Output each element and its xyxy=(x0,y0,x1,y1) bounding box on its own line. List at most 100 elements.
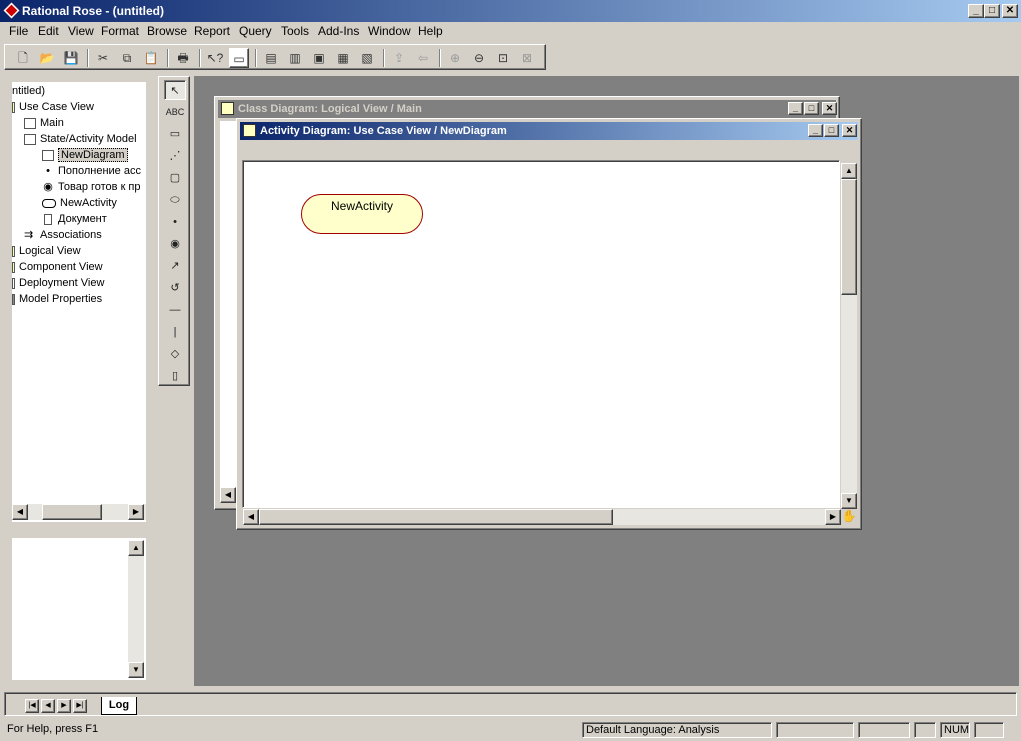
scroll-left-icon[interactable]: ◀ xyxy=(220,487,236,503)
cut-icon[interactable]: ✂ xyxy=(93,48,113,68)
menu-browse[interactable]: Browse xyxy=(147,24,187,38)
new-icon[interactable]: 🗋 xyxy=(13,48,33,68)
menu-file[interactable]: File xyxy=(9,24,28,38)
activity-close-button[interactable]: ✕ xyxy=(842,124,857,137)
documentation-pane[interactable]: ▲ ▼ xyxy=(12,538,146,680)
view-doc-icon[interactable]: ▭ xyxy=(229,48,249,68)
scroll-thumb[interactable] xyxy=(259,509,613,525)
class-maximize-button[interactable]: □ xyxy=(804,102,819,115)
start-state-icon[interactable]: • xyxy=(164,212,186,232)
class-close-button[interactable]: ✕ xyxy=(822,102,837,115)
tab-log[interactable]: Log xyxy=(101,697,137,715)
horizontal-sync-icon[interactable]: — xyxy=(164,300,186,320)
activity-diagram-canvas[interactable]: NewActivity xyxy=(242,160,840,508)
menu-report[interactable]: Report xyxy=(194,24,230,38)
tree-item-deployment-view[interactable]: Deployment View xyxy=(12,276,104,291)
tree-item-newactivity[interactable]: NewActivity xyxy=(42,196,117,211)
browser-tree[interactable]: ntitled) Use Case View Main State/Activi… xyxy=(12,82,146,522)
tree-item-use-case-view[interactable]: Use Case View xyxy=(12,100,94,115)
transition-to-self-icon[interactable]: ↺ xyxy=(164,278,186,298)
zoom-in-icon[interactable]: ⊕ xyxy=(445,48,465,68)
paste-icon[interactable]: 📋 xyxy=(141,48,161,68)
scroll-thumb[interactable] xyxy=(42,504,102,520)
tree-item-state-activity-model[interactable]: State/Activity Model xyxy=(24,132,137,147)
menu-edit[interactable]: Edit xyxy=(38,24,59,38)
swimlane-icon[interactable]: ▯ xyxy=(164,366,186,386)
zoom-out-icon[interactable]: ⊖ xyxy=(469,48,489,68)
vertical-sync-icon[interactable]: | xyxy=(164,322,186,342)
note-icon[interactable]: ▭ xyxy=(164,124,186,144)
tree-item-main[interactable]: Main xyxy=(24,116,64,131)
state-transition-icon[interactable]: ↗ xyxy=(164,256,186,276)
maximize-button[interactable]: □ xyxy=(984,4,1000,18)
browse-component-icon[interactable]: ▣ xyxy=(309,48,329,68)
tree-item-goods-ready[interactable]: ◉ Товар готов к пр xyxy=(42,180,140,195)
scroll-down-icon[interactable]: ▼ xyxy=(841,493,857,509)
previous-tab-icon[interactable]: ◀ xyxy=(41,699,55,713)
tree-item-replenishment[interactable]: • Пополнение асс xyxy=(42,164,141,179)
tree-item-root[interactable]: ntitled) xyxy=(12,84,45,99)
end-state-icon[interactable]: ◉ xyxy=(164,234,186,254)
print-icon[interactable]: 🖶 xyxy=(173,48,193,68)
decision-icon[interactable]: ◇ xyxy=(164,344,186,364)
close-button[interactable]: ✕ xyxy=(1002,4,1018,18)
class-minimize-button[interactable]: _ xyxy=(788,102,803,115)
activity-icon[interactable]: ⬭ xyxy=(164,190,186,210)
state-icon[interactable]: ▢ xyxy=(164,168,186,188)
menu-format[interactable]: Format xyxy=(101,24,139,38)
activity-maximize-button[interactable]: □ xyxy=(824,124,839,137)
diagram-horizontal-scrollbar[interactable]: ◀ ▶ xyxy=(243,509,841,525)
toolbar-separator xyxy=(439,49,441,67)
browse-parent-icon[interactable]: ⇪ xyxy=(389,48,409,68)
activity-minimize-button[interactable]: _ xyxy=(808,124,823,137)
menu-window[interactable]: Window xyxy=(368,24,411,38)
text-box-icon[interactable]: ABC xyxy=(164,102,186,122)
selection-arrow-icon[interactable]: ↖ xyxy=(164,80,186,100)
scroll-right-icon[interactable]: ▶ xyxy=(825,509,841,525)
fit-window-icon[interactable]: ⊡ xyxy=(493,48,513,68)
tree-item-logical-view[interactable]: Logical View xyxy=(12,244,81,259)
menu-tools[interactable]: Tools xyxy=(281,24,309,38)
tree-item-label: Deployment View xyxy=(19,277,105,289)
scroll-thumb[interactable] xyxy=(841,179,857,295)
doc-vertical-scrollbar[interactable]: ▲ ▼ xyxy=(128,540,144,678)
activity-newactivity[interactable]: NewActivity xyxy=(301,194,423,234)
browse-previous-icon[interactable]: ⇦ xyxy=(413,48,433,68)
copy-icon[interactable]: ⧉ xyxy=(117,48,137,68)
scroll-left-icon[interactable]: ◀ xyxy=(243,509,259,525)
tree-item-model-properties[interactable]: Model Properties xyxy=(12,292,102,307)
browser-horizontal-scrollbar[interactable]: ◀ ▶ xyxy=(12,504,146,520)
minimize-button[interactable]: _ xyxy=(968,4,984,18)
browse-state-icon[interactable]: ▧ xyxy=(357,48,377,68)
associations-icon: ⇉ xyxy=(24,229,34,241)
diagram-vertical-scrollbar[interactable]: ▲ ▼ xyxy=(841,163,857,509)
tree-item-associations[interactable]: ⇉ Associations xyxy=(24,228,102,243)
first-tab-icon[interactable]: |◀ xyxy=(25,699,39,713)
tree-item-newdiagram[interactable]: NewDiagram xyxy=(42,148,128,163)
scroll-up-icon[interactable]: ▲ xyxy=(128,540,144,556)
browse-class-icon[interactable]: ▤ xyxy=(261,48,281,68)
scroll-left-icon[interactable]: ◀ xyxy=(12,504,28,520)
last-tab-icon[interactable]: ▶| xyxy=(73,699,87,713)
menu-query[interactable]: Query xyxy=(239,24,272,38)
class-diagram-title-bar[interactable]: Class Diagram: Logical View / Main _ □ ✕ xyxy=(218,100,837,118)
activity-diagram-title-bar[interactable]: Activity Diagram: Use Case View / NewDia… xyxy=(240,122,858,140)
open-icon[interactable]: 📂 xyxy=(37,48,57,68)
scroll-up-icon[interactable]: ▲ xyxy=(841,163,857,179)
save-icon[interactable]: 💾 xyxy=(61,48,81,68)
scroll-right-icon[interactable]: ▶ xyxy=(128,504,144,520)
context-help-icon[interactable]: ↖? xyxy=(205,48,225,68)
menu-view[interactable]: View xyxy=(68,24,94,38)
browse-interaction-icon[interactable]: ▥ xyxy=(285,48,305,68)
pan-hand-icon[interactable]: ✋ xyxy=(841,509,857,525)
browse-deployment-icon[interactable]: ▦ xyxy=(333,48,353,68)
undo-fit-icon[interactable]: ⊠ xyxy=(517,48,537,68)
scroll-down-icon[interactable]: ▼ xyxy=(128,662,144,678)
tree-item-document[interactable]: Документ xyxy=(42,212,107,227)
anchor-note-icon[interactable]: ⋰ xyxy=(164,146,186,166)
tree-item-component-view[interactable]: Component View xyxy=(12,260,103,275)
next-tab-icon[interactable]: ▶ xyxy=(57,699,71,713)
menu-add-ins[interactable]: Add-Ins xyxy=(318,24,359,38)
menu-help[interactable]: Help xyxy=(418,24,443,38)
rational-rose-icon[interactable] xyxy=(3,2,20,19)
